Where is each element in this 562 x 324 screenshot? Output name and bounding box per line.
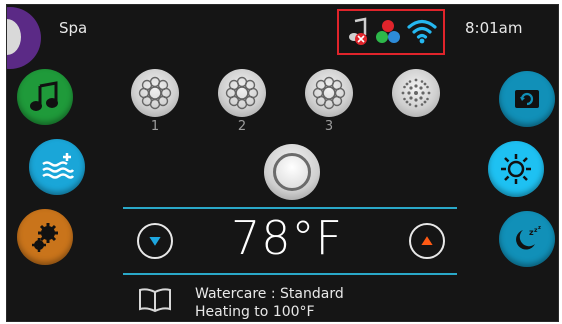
temperature-down-button[interactable] bbox=[137, 223, 173, 259]
blower-button[interactable] bbox=[392, 69, 440, 117]
color-dots-icon[interactable] bbox=[375, 18, 401, 46]
moon-sleep-icon: z z z bbox=[516, 225, 541, 250]
jet-2-button[interactable] bbox=[218, 69, 266, 117]
sun-icon bbox=[501, 154, 531, 184]
jet-icon bbox=[225, 76, 259, 110]
divider-top bbox=[123, 207, 457, 209]
temperature-display: 78°F bbox=[231, 211, 343, 265]
jet-icon bbox=[312, 76, 346, 110]
heating-status: Heating to 100°F bbox=[195, 304, 315, 320]
jet-3-button[interactable] bbox=[305, 69, 353, 117]
pump-ring-icon bbox=[273, 153, 311, 191]
rotate-screen-icon bbox=[515, 90, 539, 108]
page-title: Spa bbox=[59, 19, 88, 37]
triangle-down-icon bbox=[149, 237, 161, 246]
jet-1-button[interactable] bbox=[131, 69, 179, 117]
settings-button[interactable] bbox=[17, 209, 73, 265]
jet-1-label: 1 bbox=[150, 119, 160, 134]
jet-icon bbox=[138, 76, 172, 110]
svg-text:z: z bbox=[538, 225, 541, 231]
triangle-up-icon bbox=[421, 236, 433, 245]
light-button[interactable] bbox=[488, 141, 544, 197]
sleep-button[interactable]: z z z bbox=[499, 211, 555, 267]
spa-control-screen: Spa 8:01am z z z 1 2 3 78°F Watercare: … bbox=[6, 4, 559, 322]
clock: 8:01am bbox=[465, 19, 523, 37]
temperature-up-button[interactable] bbox=[409, 223, 445, 259]
jet-3-label: 3 bbox=[324, 119, 334, 134]
divider-bottom bbox=[123, 273, 457, 275]
music-note-icon bbox=[30, 81, 58, 111]
watercare-status: Watercare : Standard bbox=[195, 286, 344, 302]
gears-icon bbox=[32, 223, 58, 252]
book-icon[interactable] bbox=[137, 287, 173, 313]
profile-avatar[interactable] bbox=[7, 7, 41, 69]
pump-button[interactable] bbox=[264, 144, 320, 200]
blower-icon bbox=[401, 78, 431, 108]
jet-2-label: 2 bbox=[237, 119, 247, 134]
music-muted-icon[interactable] bbox=[347, 17, 371, 47]
flip-screen-button[interactable] bbox=[499, 71, 555, 127]
water-waves-plus-icon bbox=[42, 153, 74, 179]
wifi-icon[interactable] bbox=[407, 17, 437, 45]
music-button[interactable] bbox=[17, 69, 73, 125]
spa-water-button[interactable] bbox=[29, 139, 85, 195]
